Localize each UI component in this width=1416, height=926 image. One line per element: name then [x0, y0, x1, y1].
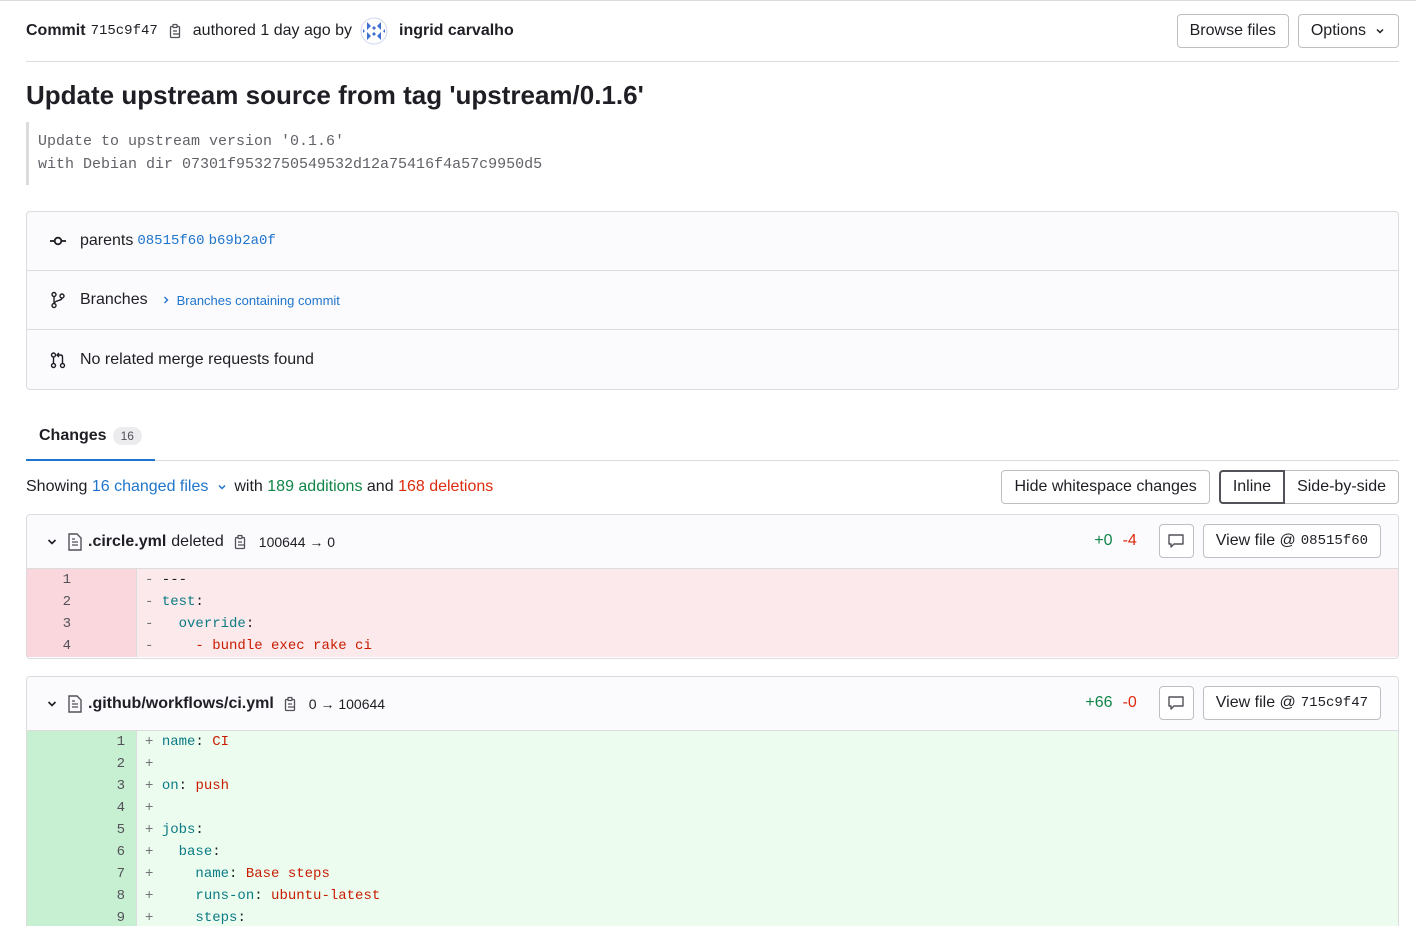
view-file-sha: 715c9f47 — [1300, 695, 1368, 711]
commit-description: Update to upstream version '0.1.6' with … — [26, 122, 542, 185]
authored-text: authored 1 day ago by — [192, 22, 353, 39]
diff-line: 6 + base: — [27, 841, 1398, 863]
copy-icon[interactable] — [168, 23, 184, 39]
description-line: Update to upstream version '0.1.6' — [38, 133, 345, 150]
copy-icon[interactable] — [233, 534, 249, 550]
additions-count: 189 additions — [267, 478, 363, 495]
commit-info-box: parents 08515f60 b69b2a0f Branches Branc… — [26, 211, 1399, 390]
file-header: .circle.yml deleted 100644 → 0 +0 -4 Vie… — [27, 515, 1398, 569]
diff-line: 4- - bundle exec rake ci — [27, 635, 1398, 657]
diff-line: 5 + jobs: — [27, 819, 1398, 841]
diff-line: 1- --- — [27, 569, 1398, 591]
and-text: and — [366, 478, 394, 495]
chevron-down-icon[interactable] — [45, 535, 59, 549]
tab-changes[interactable]: Changes 16 — [26, 412, 155, 461]
diff-line: 3 + on: push — [27, 775, 1398, 797]
view-file-button[interactable]: View file @ 715c9f47 — [1202, 686, 1381, 720]
lines-removed: -4 — [1122, 532, 1137, 549]
diff-file: .github/workflows/ci.yml 0 → 100644 +66 … — [26, 676, 1399, 926]
diff-line: 1 + name: CI — [27, 731, 1398, 753]
branches-link-label: Branches containing commit — [176, 292, 340, 308]
parents-row: parents 08515f60 b69b2a0f — [27, 212, 1398, 271]
parent-link[interactable]: 08515f60 — [137, 233, 204, 249]
top-divider — [0, 0, 1416, 1]
no-merge-requests-text: No related merge requests found — [80, 350, 314, 368]
file-status: deleted — [171, 532, 224, 550]
comment-button[interactable] — [1158, 686, 1194, 720]
diff-stats: Showing 16 changed files with 189 additi… — [26, 478, 493, 496]
diff-line: 3- override: — [27, 613, 1398, 635]
options-button[interactable]: Options — [1297, 14, 1399, 48]
lines-removed: -0 — [1122, 694, 1137, 711]
branch-icon — [49, 291, 67, 309]
diff-line: 8 + runs-on: ubuntu-latest — [27, 885, 1398, 907]
view-mode-toggle: Inline Side-by-side — [1218, 470, 1399, 504]
diff-lines: 1 + name: CI 2 + 3 + on: push 4 + 5 + jobs: 6… — [27, 731, 1398, 926]
tabs: Changes 16 — [26, 412, 1399, 461]
hide-whitespace-button[interactable]: Hide whitespace changes — [1001, 470, 1210, 504]
file-name[interactable]: .circle.yml — [88, 533, 166, 551]
avatar[interactable] — [360, 17, 388, 45]
branches-row: Branches Branches containing commit — [27, 271, 1398, 330]
merge-request-icon — [49, 351, 67, 369]
commit-label: Commit — [26, 22, 86, 39]
file-icon — [67, 694, 83, 713]
merge-requests-row: No related merge requests found — [27, 330, 1398, 389]
copy-icon[interactable] — [283, 696, 299, 712]
description-line: with Debian dir 07301f9532750549532d12a7… — [38, 156, 543, 173]
author-name[interactable]: ingrid carvalho — [399, 22, 514, 40]
branches-containing-link[interactable]: Branches containing commit — [154, 293, 340, 308]
diff-file: .circle.yml deleted 100644 → 0 +0 -4 Vie… — [26, 514, 1399, 659]
commit-title: Update upstream source from tag 'upstrea… — [26, 80, 644, 110]
lines-added: +0 — [1094, 532, 1113, 549]
showing-text: Showing — [26, 478, 88, 495]
comment-button[interactable] — [1158, 524, 1194, 558]
chevron-down-icon[interactable] — [45, 697, 59, 711]
diff-line: 9 + steps: — [27, 907, 1398, 926]
view-file-sha: 08515f60 — [1300, 533, 1368, 549]
commit-header: Commit 715c9f47 authored 1 day ago by in… — [26, 14, 1399, 62]
view-file-label: View file @ — [1215, 532, 1296, 549]
diff-view-controls: Hide whitespace changes Inline Side-by-s… — [1001, 470, 1399, 504]
inline-view-button[interactable]: Inline — [1218, 470, 1286, 504]
changes-count-badge: 16 — [112, 426, 142, 445]
chevron-down-icon — [1374, 25, 1386, 37]
branches-label: Branches — [80, 291, 148, 308]
parents-label: parents — [80, 232, 134, 249]
lines-added: +66 — [1085, 694, 1113, 711]
view-file-label: View file @ — [1215, 694, 1296, 711]
changed-files-dropdown[interactable]: 16 changed files — [92, 478, 209, 496]
diff-lines: 1- --- 2- test: 3- override: 4- - bundle… — [27, 569, 1398, 657]
chevron-down-icon[interactable] — [216, 481, 228, 493]
diff-line: 4 + — [27, 797, 1398, 819]
side-by-side-view-button[interactable]: Side-by-side — [1285, 470, 1399, 504]
commit-icon — [49, 232, 67, 250]
file-icon — [67, 532, 83, 551]
file-name[interactable]: .github/workflows/ci.yml — [88, 695, 274, 713]
file-mode-change: 0 → 100644 — [308, 695, 386, 712]
diff-line: 2- test: — [27, 591, 1398, 613]
with-text: with — [234, 478, 263, 495]
browse-files-button[interactable]: Browse files — [1176, 14, 1289, 48]
chevron-right-icon — [162, 295, 170, 305]
options-label: Options — [1310, 22, 1366, 39]
diff-line: 7 + name: Base steps — [27, 863, 1398, 885]
commit-sha: 715c9f47 — [90, 23, 158, 39]
deletions-count: 168 deletions — [398, 478, 494, 495]
view-file-button[interactable]: View file @ 08515f60 — [1202, 524, 1381, 558]
parent-link[interactable]: b69b2a0f — [209, 233, 276, 249]
tab-changes-label: Changes — [39, 426, 107, 444]
diff-line: 2 + — [27, 753, 1398, 775]
file-header: .github/workflows/ci.yml 0 → 100644 +66 … — [27, 677, 1398, 731]
file-mode-change: 100644 → 0 — [258, 533, 336, 550]
